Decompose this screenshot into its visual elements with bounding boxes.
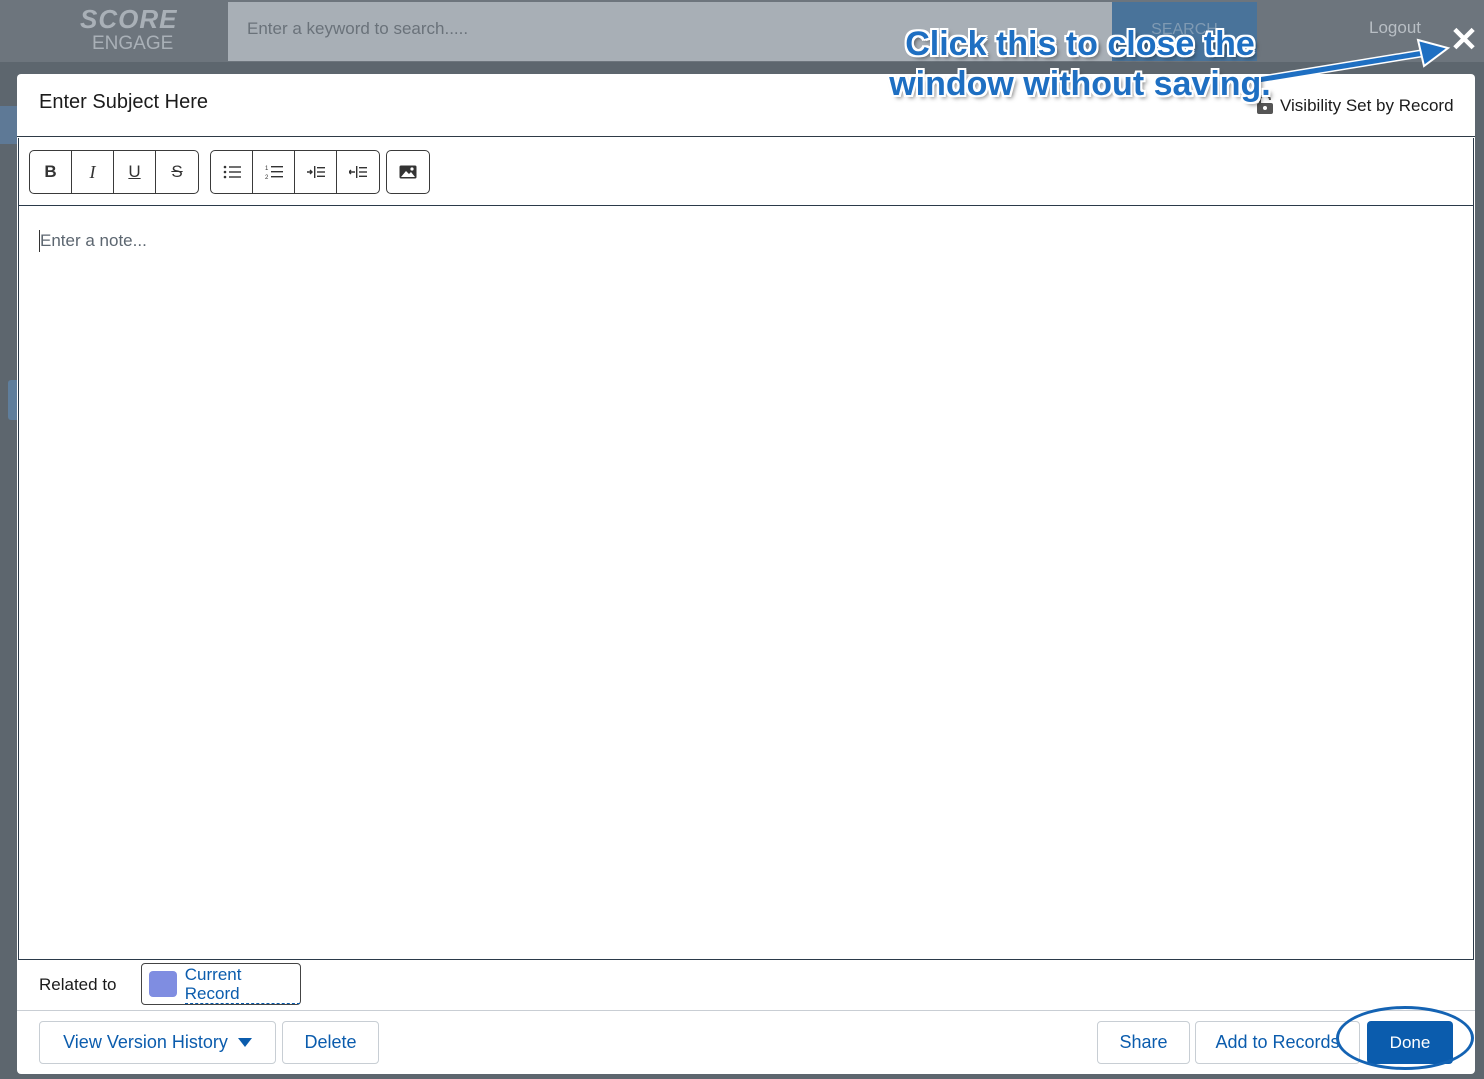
close-icon[interactable]: ✕	[1448, 23, 1480, 57]
toolbar-divider	[18, 205, 1474, 206]
bold-icon: B	[44, 162, 57, 181]
italic-button[interactable]: I	[72, 151, 114, 193]
callout-line-1: Click this to close the	[905, 25, 1255, 63]
view-version-history-label: View Version History	[63, 1032, 228, 1052]
related-record-pill[interactable]: Current Record	[141, 963, 301, 1005]
background-search-placeholder: Enter a keyword to search.....	[247, 19, 469, 38]
bulleted-list-button[interactable]	[211, 151, 253, 193]
logo-score: SCORE	[80, 4, 178, 34]
numbered-list-button[interactable]: 1 2	[253, 151, 295, 193]
delete-button[interactable]: Delete	[282, 1021, 379, 1064]
underline-icon: U	[128, 162, 141, 181]
background-nav-strip	[0, 106, 18, 144]
bold-button[interactable]: B	[30, 151, 72, 193]
share-button[interactable]: Share	[1097, 1021, 1190, 1064]
callout-line-2: window without saving.	[889, 65, 1271, 103]
add-to-records-button[interactable]: Add to Records	[1195, 1021, 1360, 1064]
list-button-group: 1 2	[210, 150, 380, 194]
outdent-icon	[349, 166, 367, 178]
indent-button[interactable]	[295, 151, 337, 193]
numbered-list-icon: 1 2	[265, 166, 283, 180]
image-button-group	[386, 150, 430, 194]
subject-input[interactable]: Enter Subject Here	[39, 91, 739, 114]
callout-text: Click this to close the window without s…	[880, 24, 1280, 104]
note-editor[interactable]	[18, 138, 1474, 960]
done-highlight-ring	[1336, 1006, 1474, 1070]
bulleted-list-icon	[223, 165, 241, 179]
underline-button[interactable]: U	[114, 151, 156, 193]
svg-text:2: 2	[265, 175, 269, 180]
format-button-group: B I U S	[29, 150, 199, 194]
outdent-button[interactable]	[337, 151, 379, 193]
svg-text:1: 1	[265, 166, 269, 172]
add-to-records-label: Add to Records	[1215, 1032, 1340, 1052]
related-to-label: Related to	[39, 975, 117, 994]
delete-label: Delete	[304, 1032, 357, 1052]
insert-image-icon	[399, 165, 417, 179]
header-divider	[17, 136, 1475, 137]
chevron-down-icon	[237, 1038, 252, 1047]
italic-icon: I	[89, 161, 96, 182]
note-placeholder: Enter a note...	[40, 231, 147, 250]
indent-icon	[306, 166, 325, 178]
strikethrough-icon: S	[171, 162, 183, 181]
strikethrough-button[interactable]: S	[156, 151, 198, 193]
record-icon	[149, 971, 177, 997]
view-version-history-button[interactable]: View Version History	[39, 1021, 276, 1064]
insert-image-button[interactable]	[387, 151, 429, 193]
logo-engage: ENGAGE	[92, 33, 174, 54]
share-label: Share	[1119, 1032, 1168, 1052]
related-record-link[interactable]: Current Record	[184, 965, 300, 1004]
related-divider	[17, 1010, 1475, 1011]
